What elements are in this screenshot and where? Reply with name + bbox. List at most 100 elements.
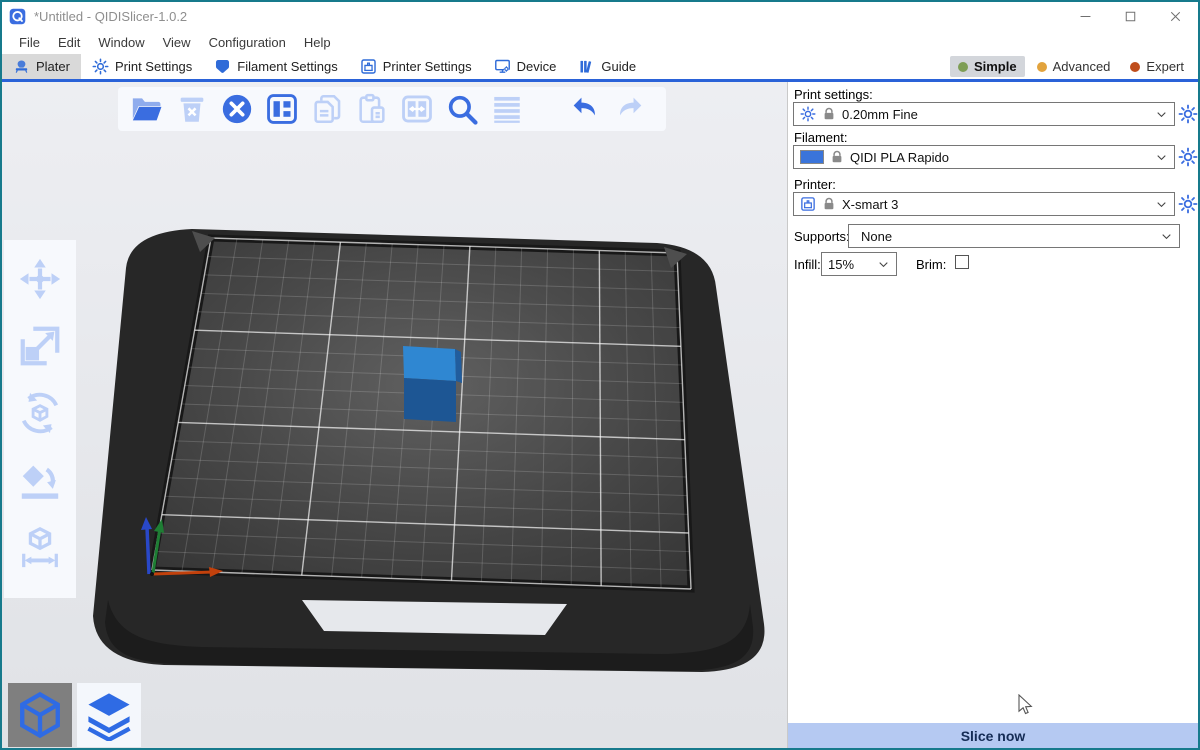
supports-value: None	[855, 229, 1154, 244]
maximize-icon	[1122, 8, 1139, 25]
tab-guide[interactable]: Guide	[567, 54, 647, 79]
close-button[interactable]	[1153, 2, 1198, 30]
variable-layer-height-button[interactable]	[490, 92, 524, 126]
tab-device[interactable]: Device	[483, 54, 568, 79]
gear-icon	[1178, 147, 1198, 167]
lock-icon	[822, 107, 836, 121]
model-cube[interactable]	[403, 346, 462, 422]
tab-label: Print Settings	[115, 59, 192, 74]
chevron-down-icon	[1155, 108, 1168, 121]
delete-button[interactable]	[175, 92, 209, 126]
advanced-mode-dot-icon	[1037, 62, 1047, 72]
simple-mode-dot-icon	[958, 62, 968, 72]
open-file-button[interactable]	[130, 92, 164, 126]
window-title: *Untitled - QIDISlicer-1.0.2	[34, 9, 187, 24]
expert-mode-dot-icon	[1130, 62, 1140, 72]
printer-edit-button[interactable]	[1178, 194, 1198, 214]
rotate-tool-button[interactable]	[17, 390, 63, 436]
gear-icon	[1178, 194, 1198, 214]
supports-label: Supports:	[794, 229, 850, 244]
top-toolbar	[118, 87, 666, 131]
chevron-down-icon	[1155, 198, 1168, 211]
supports-combo[interactable]: None	[848, 224, 1180, 248]
scale-tool-button[interactable]	[17, 323, 63, 369]
measure-tool-button[interactable]	[17, 524, 63, 570]
menu-view[interactable]: View	[154, 32, 200, 53]
print-settings-combo[interactable]: 0.20mm Fine	[793, 102, 1175, 126]
mode-selector: Simple Advanced Expert	[950, 54, 1198, 79]
menu-configuration[interactable]: Configuration	[200, 32, 295, 53]
3d-viewport[interactable]	[2, 82, 787, 748]
minimize-button[interactable]	[1063, 2, 1108, 30]
move-tool-button[interactable]	[17, 256, 63, 302]
arrange-button[interactable]	[265, 92, 299, 126]
infill-combo[interactable]: 15%	[821, 252, 897, 276]
copy-button[interactable]	[310, 92, 344, 126]
filament-label: Filament:	[794, 130, 847, 145]
chevron-down-icon	[1155, 151, 1168, 164]
menu-window[interactable]: Window	[89, 32, 153, 53]
tab-label: Guide	[601, 59, 636, 74]
place-on-face-tool-button[interactable]	[17, 457, 63, 503]
chevron-down-icon	[1160, 230, 1173, 243]
printer-value: X-smart 3	[842, 197, 1149, 212]
title-bar: *Untitled - QIDISlicer-1.0.2	[2, 2, 1198, 30]
filament-combo[interactable]: QIDI PLA Rapido	[793, 145, 1175, 169]
tab-bar: Plater Print Settings Filament Settings …	[2, 54, 1198, 82]
close-icon	[1167, 8, 1184, 25]
slice-now-button[interactable]: Slice now	[788, 723, 1198, 748]
chevron-down-icon	[877, 258, 890, 271]
tray-handle-gap	[302, 600, 567, 635]
tab-filament-settings[interactable]: Filament Settings	[203, 54, 348, 79]
menu-file[interactable]: File	[10, 32, 49, 53]
gear-icon	[92, 58, 109, 75]
device-icon	[494, 58, 511, 75]
brim-checkbox[interactable]	[955, 255, 969, 269]
printer-combo[interactable]: X-smart 3	[793, 192, 1175, 216]
print-bed-scene[interactable]	[2, 82, 787, 748]
redo-button[interactable]	[613, 92, 647, 126]
printer-icon	[360, 58, 377, 75]
gear-icon	[1178, 104, 1198, 124]
preview-view-button[interactable]	[77, 683, 141, 747]
qidislicer-window: *Untitled - QIDISlicer-1.0.2 File Edit W…	[0, 0, 1200, 750]
mode-expert[interactable]: Expert	[1122, 56, 1192, 77]
maximize-button[interactable]	[1108, 2, 1153, 30]
preview-layers-icon	[83, 689, 135, 741]
place-on-face-icon	[17, 457, 63, 503]
menu-bar: File Edit Window View Configuration Help	[2, 30, 1198, 54]
mode-label: Simple	[974, 59, 1017, 74]
split-objects-icon	[400, 92, 434, 126]
scale-icon	[17, 323, 63, 369]
tab-label: Plater	[36, 59, 70, 74]
print-settings-edit-button[interactable]	[1178, 104, 1198, 124]
print-settings-label: Print settings:	[794, 87, 873, 102]
tab-print-settings[interactable]: Print Settings	[81, 54, 203, 79]
lock-icon	[830, 150, 844, 164]
filament-edit-button[interactable]	[1178, 147, 1198, 167]
move-icon	[17, 256, 63, 302]
mode-simple[interactable]: Simple	[950, 56, 1025, 77]
tab-label: Device	[517, 59, 557, 74]
infill-label: Infill:	[794, 257, 821, 272]
paste-button[interactable]	[355, 92, 389, 126]
paste-icon	[355, 92, 389, 126]
mode-label: Advanced	[1053, 59, 1111, 74]
search-button[interactable]	[445, 92, 479, 126]
menu-edit[interactable]: Edit	[49, 32, 89, 53]
delete-all-button[interactable]	[220, 92, 254, 126]
left-toolbar	[4, 240, 76, 598]
mode-advanced[interactable]: Advanced	[1029, 56, 1119, 77]
tab-plater[interactable]: Plater	[2, 54, 81, 79]
search-icon	[445, 92, 479, 126]
layers-icon	[490, 92, 524, 126]
infill-value: 15%	[828, 257, 871, 272]
minimize-icon	[1077, 8, 1094, 25]
undo-button[interactable]	[568, 92, 602, 126]
3d-editor-view-button[interactable]	[8, 683, 72, 747]
open-folder-icon	[130, 92, 164, 126]
menu-help[interactable]: Help	[295, 32, 340, 53]
tab-printer-settings[interactable]: Printer Settings	[349, 54, 483, 79]
split-objects-button[interactable]	[400, 92, 434, 126]
filament-color-swatch	[800, 150, 824, 164]
